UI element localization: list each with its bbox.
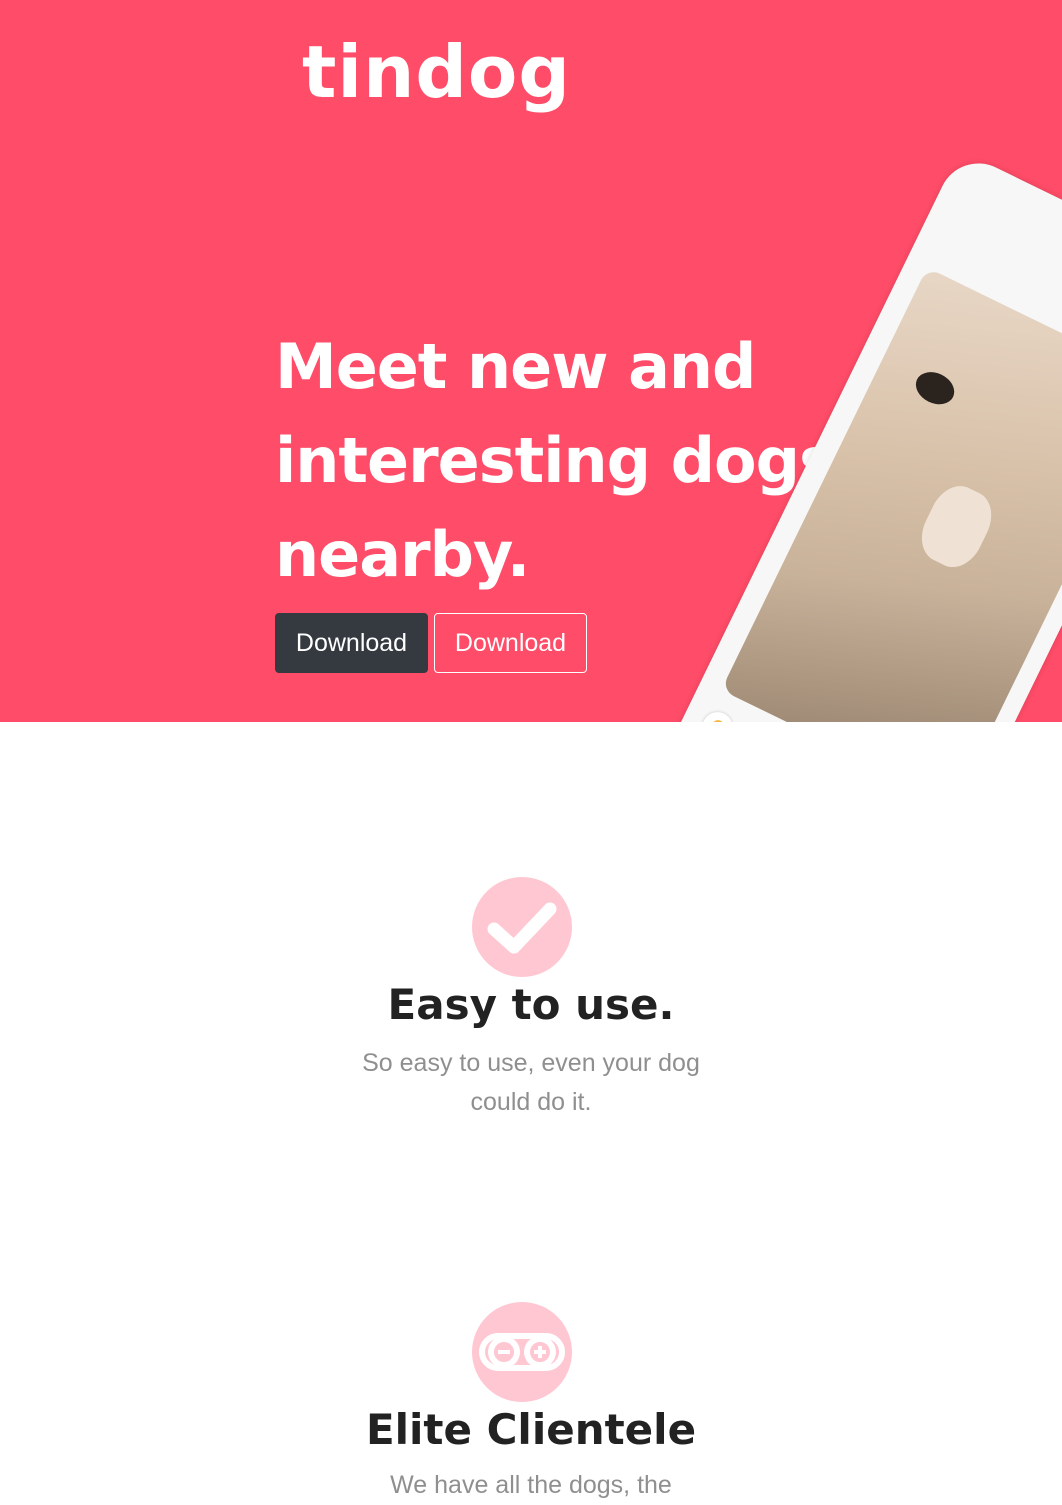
feature-text-easy: So easy to use, even your dog could do i… [362, 1049, 700, 1116]
feature-title-easy: Easy to use. [387, 980, 675, 1029]
download-button-primary[interactable]: Download [275, 613, 428, 673]
app-button-icon [697, 707, 738, 722]
dog-muzzle-shape [912, 477, 1002, 576]
download-button-secondary[interactable]: Download [434, 613, 587, 673]
check-icon [472, 877, 572, 977]
brand-logo[interactable]: tindog [302, 36, 571, 108]
feature-title-elite: Elite Clientele [365, 1405, 697, 1454]
infinity-icon [472, 1302, 572, 1402]
feature-text-elite: We have all the dogs, the [390, 1471, 672, 1499]
dog-eye-shape [910, 365, 960, 411]
hero-section: tindog Meet new and interesting dogs nea… [0, 0, 1062, 722]
